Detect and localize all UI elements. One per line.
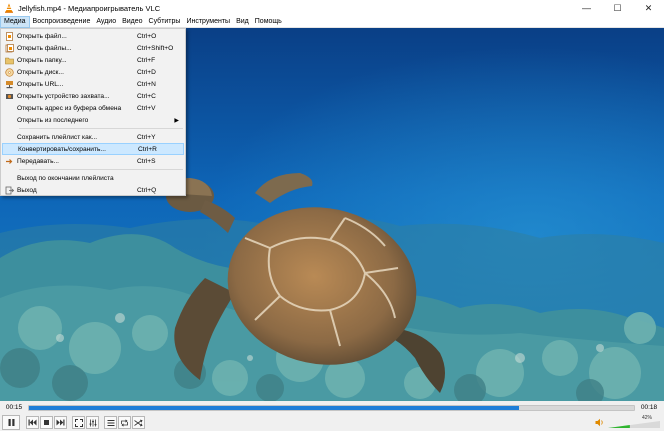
- pause-button[interactable]: [2, 415, 20, 430]
- exit-icon: [1, 184, 17, 196]
- previous-icon: [28, 419, 37, 426]
- menu-audio[interactable]: Аудио: [93, 16, 119, 28]
- menu-open-recent[interactable]: Открыть из последнего ▶: [1, 114, 185, 126]
- extended-settings-button[interactable]: [86, 416, 99, 429]
- menu-quit-at-end[interactable]: Выход по окончании плейлиста: [1, 172, 185, 184]
- playlist-button[interactable]: [104, 416, 117, 429]
- vlc-cone-icon: [5, 3, 13, 13]
- submenu-arrow-icon: ▶: [174, 117, 179, 124]
- menu-open-files[interactable]: Открыть файлы... Ctrl+Shift+O: [1, 42, 185, 54]
- menu-media[interactable]: Медиа: [0, 15, 30, 28]
- window-title: Jellyfish.mp4 - Медиапроигрыватель VLC: [18, 3, 161, 13]
- menu-view[interactable]: Вид: [233, 16, 252, 28]
- media-menu-dropdown: Открыть файл... Ctrl+O Открыть файлы... …: [0, 28, 186, 196]
- previous-button[interactable]: [26, 416, 39, 429]
- volume-slider[interactable]: 42%: [608, 414, 660, 431]
- volume-fill: [608, 425, 630, 428]
- stop-button[interactable]: [40, 416, 53, 429]
- menu-help[interactable]: Помощь: [252, 16, 285, 28]
- seek-row: 00:15 00:18: [0, 401, 664, 414]
- file-icon: [1, 30, 17, 42]
- disc-icon: [1, 66, 17, 78]
- menu-video[interactable]: Видео: [119, 16, 145, 28]
- menu-separator: [19, 169, 183, 170]
- loop-icon: [121, 418, 128, 427]
- menu-open-file[interactable]: Открыть файл... Ctrl+O: [1, 30, 185, 42]
- menu-open-url[interactable]: Открыть URL... Ctrl+N: [1, 78, 185, 90]
- menu-open-disc[interactable]: Открыть диск... Ctrl+D: [1, 66, 185, 78]
- menu-tools[interactable]: Инструменты: [183, 16, 233, 28]
- menu-open-capture[interactable]: Открыть устройство захвата... Ctrl+C: [1, 90, 185, 102]
- menu-separator: [19, 128, 183, 129]
- menu-convert-save[interactable]: Конвертировать/сохранить... Ctrl+R: [2, 143, 184, 155]
- menu-open-clipboard[interactable]: Открыть адрес из буфера обмена Ctrl+V: [1, 102, 185, 114]
- minimize-button[interactable]: —: [571, 0, 602, 16]
- seek-bar-fill: [29, 405, 520, 410]
- folder-icon: [1, 54, 17, 66]
- loop-button[interactable]: [118, 416, 131, 429]
- speaker-icon[interactable]: [595, 418, 605, 427]
- seek-bar[interactable]: [28, 404, 635, 411]
- shuffle-button[interactable]: [132, 416, 145, 429]
- controls-row: 42%: [0, 414, 664, 431]
- fullscreen-button[interactable]: [72, 416, 85, 429]
- time-elapsed: 00:15: [5, 404, 23, 411]
- next-button[interactable]: [54, 416, 67, 429]
- fullscreen-icon: [74, 418, 83, 427]
- menu-open-folder[interactable]: Открыть папку... Ctrl+F: [1, 54, 185, 66]
- stop-icon: [44, 420, 49, 425]
- equalizer-icon: [89, 419, 96, 426]
- menu-subtitles[interactable]: Субтитры: [146, 16, 184, 28]
- menu-bar: Медиа Воспроизведение Аудио Видео Субтит…: [0, 15, 664, 28]
- volume-area: 42%: [595, 414, 660, 431]
- time-total[interactable]: 00:18: [635, 404, 663, 411]
- files-icon: [1, 42, 17, 54]
- close-button[interactable]: ✕: [633, 0, 664, 16]
- capture-icon: [1, 90, 17, 102]
- maximize-button[interactable]: ☐: [602, 0, 633, 16]
- shuffle-icon: [134, 419, 143, 426]
- menu-save-playlist[interactable]: Сохранить плейлист как... Ctrl+Y: [1, 131, 185, 143]
- pause-icon: [8, 419, 14, 426]
- network-icon: [1, 78, 17, 90]
- volume-bar: [608, 421, 660, 428]
- next-icon: [56, 419, 65, 426]
- playlist-icon: [107, 419, 114, 426]
- menu-exit[interactable]: Выход Ctrl+Q: [1, 184, 185, 196]
- menu-stream[interactable]: Передавать... Ctrl+S: [1, 155, 185, 167]
- stream-icon: [1, 155, 17, 167]
- menu-playback[interactable]: Воспроизведение: [30, 16, 94, 28]
- title-bar: Jellyfish.mp4 - Медиапроигрыватель VLC —…: [0, 0, 664, 16]
